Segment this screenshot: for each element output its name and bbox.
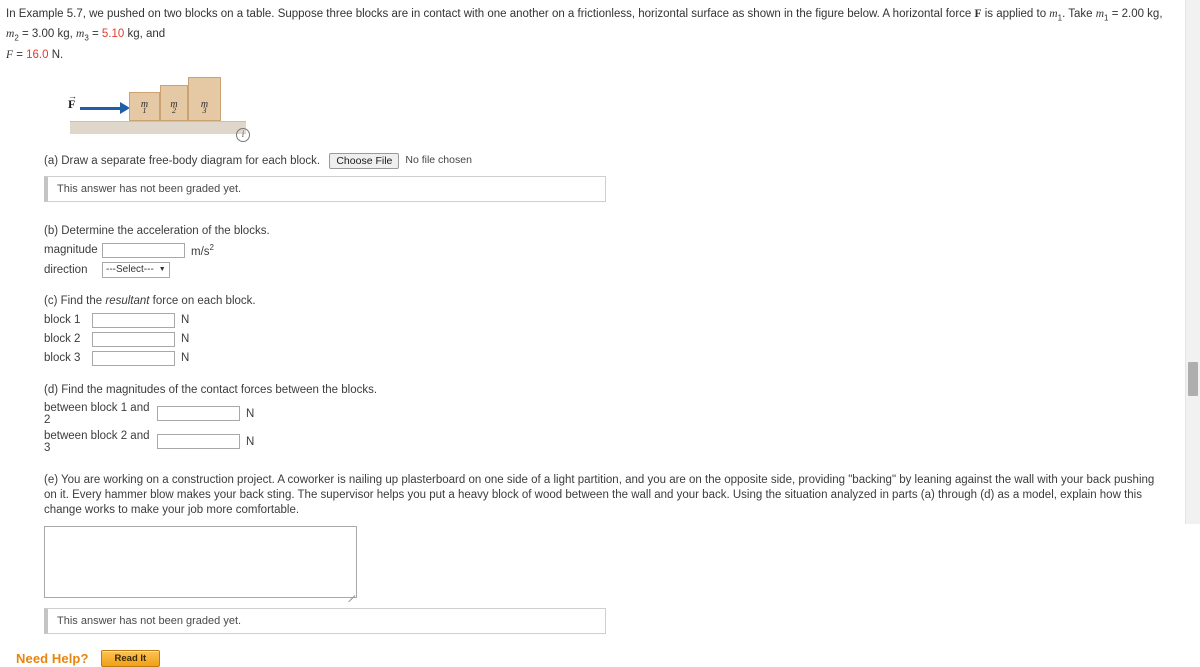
part-a-grade-status: This answer has not been graded yet. <box>57 182 242 195</box>
contact-force-23-unit: N <box>246 435 255 448</box>
mass2-value: = 3.00 kg, <box>18 28 76 41</box>
block-1-label: m1 <box>140 98 149 115</box>
part-d-row-1: between block 1 and 2 N <box>44 402 1188 426</box>
part-c-prompt: (c) Find the resultant force on each blo… <box>44 294 1188 309</box>
part-a-section: (a) Draw a separate free-body diagram fo… <box>44 152 1188 202</box>
direction-row: direction ---Select--- ▼ <box>44 261 1188 278</box>
contact-force-23-label: between block 2 and 3 <box>44 429 150 454</box>
contact-force-12-unit: N <box>246 407 255 420</box>
mass1-symbol: m <box>1095 8 1105 20</box>
force-arrow-label: → F <box>68 91 77 112</box>
block-1-label-c: block 1 <box>44 314 81 327</box>
read-it-button[interactable]: Read It <box>100 649 161 667</box>
direction-label: direction <box>44 263 88 276</box>
vector-accent-icon: → <box>68 90 77 101</box>
problem-intro-text-2: is applied to <box>981 8 1050 20</box>
part-e-answer-textarea-wrapper[interactable] <box>44 525 357 602</box>
force-equals: = <box>13 48 27 61</box>
block-3-force-input[interactable] <box>92 350 175 366</box>
force-vector-symbol: F <box>974 8 982 20</box>
assignment-page: In Example 5.7, we pushed on two blocks … <box>0 0 1188 667</box>
part-c-prompt-post: force on each block. <box>149 294 256 307</box>
blocks-figure: → F m1 m2 m3 i <box>62 71 322 143</box>
info-icon[interactable]: i <box>236 127 250 142</box>
file-upload-input[interactable]: Choose File No file chosen <box>329 152 472 169</box>
block-2: m2 <box>160 84 188 121</box>
part-a-prompt: (a) Draw a separate free-body diagram fo… <box>44 154 321 167</box>
block-3: m3 <box>188 76 221 121</box>
part-a-grade-box: This answer has not been graded yet. <box>44 175 606 202</box>
force-value: 16.0 <box>26 48 49 61</box>
magnitude-unit: m/s2 <box>191 242 214 258</box>
block-1-force-input[interactable] <box>92 312 175 328</box>
contact-force-12-label: between block 1 and 2 <box>44 401 150 426</box>
part-e-answer-textarea[interactable] <box>45 526 356 597</box>
part-c-section: (c) Find the resultant force on each blo… <box>44 294 1188 366</box>
table-surface <box>70 120 246 134</box>
part-a-prompt-row: (a) Draw a separate free-body diagram fo… <box>44 152 1188 169</box>
block-2-label: m2 <box>170 98 178 115</box>
part-c-prompt-pre: (c) Find the <box>44 294 106 307</box>
contact-force-12-input[interactable] <box>157 406 240 422</box>
page-scrollbar[interactable] <box>1185 0 1200 524</box>
choose-file-button[interactable]: Choose File <box>329 152 400 169</box>
block-2-force-input[interactable] <box>92 331 175 347</box>
magnitude-input[interactable] <box>102 242 185 258</box>
chevron-down-icon: ▼ <box>158 266 166 274</box>
problem-statement: In Example 5.7, we pushed on two blocks … <box>0 0 1188 63</box>
direction-select-value: ---Select--- <box>106 264 154 276</box>
mass3-value: 5.10 <box>101 28 125 41</box>
part-e-grade-status: This answer has not been graded yet. <box>57 614 242 627</box>
scrollbar-thumb[interactable] <box>1188 362 1198 396</box>
part-d-prompt: (d) Find the magnitudes of the contact f… <box>44 383 378 396</box>
contact-force-23-input[interactable] <box>157 434 240 450</box>
part-c-row-2: block 2 N <box>44 331 1188 347</box>
info-icon-glyph: i <box>241 128 245 139</box>
mass3-equals: = <box>88 28 102 41</box>
problem-intro-text-3: . Take <box>1062 8 1096 20</box>
block-3-label: m3 <box>200 98 209 115</box>
block-1: m1 <box>129 91 160 121</box>
mass3-unit: kg, and <box>124 28 166 41</box>
part-c-row-3: block 3 N <box>44 350 1188 366</box>
resize-grip-icon[interactable] <box>346 587 356 602</box>
part-c-row-1: block 1 N <box>44 312 1188 328</box>
part-b-section: (b) Determine the acceleration of the bl… <box>44 224 1188 278</box>
force-arrow-shaft <box>80 106 124 110</box>
direction-select[interactable]: ---Select--- ▼ <box>102 261 170 278</box>
magnitude-row: magnitude m/s2 <box>44 242 1188 258</box>
problem-intro-text-1: In Example 5.7, we pushed on two blocks … <box>6 8 975 20</box>
block-2-force-unit: N <box>181 333 190 346</box>
mass-symbol-inline: m <box>1049 8 1058 20</box>
part-b-prompt: (b) Determine the acceleration of the bl… <box>44 224 270 237</box>
need-help-label: Need Help? <box>16 650 89 666</box>
magnitude-label: magnitude <box>44 244 98 257</box>
need-help-row: Need Help? Read It <box>16 649 1188 667</box>
file-status-label: No file chosen <box>405 154 472 167</box>
mass1-value: = 2.00 kg, <box>1108 8 1163 20</box>
force-symbol: F <box>6 48 14 61</box>
block-3-label-c: block 3 <box>44 352 81 365</box>
block-1-force-unit: N <box>181 314 190 327</box>
part-d-section: (d) Find the magnitudes of the contact f… <box>44 383 1188 454</box>
part-d-row-2: between block 2 and 3 N <box>44 430 1188 454</box>
force-unit: N. <box>48 48 64 61</box>
part-c-prompt-emphasis: resultant <box>105 294 150 307</box>
part-e-prompt: (e) You are working on a construction pr… <box>44 473 1155 516</box>
part-e-grade-box: This answer has not been graded yet. <box>44 607 606 634</box>
block-2-label-c: block 2 <box>44 333 81 346</box>
block-3-force-unit: N <box>181 352 190 365</box>
